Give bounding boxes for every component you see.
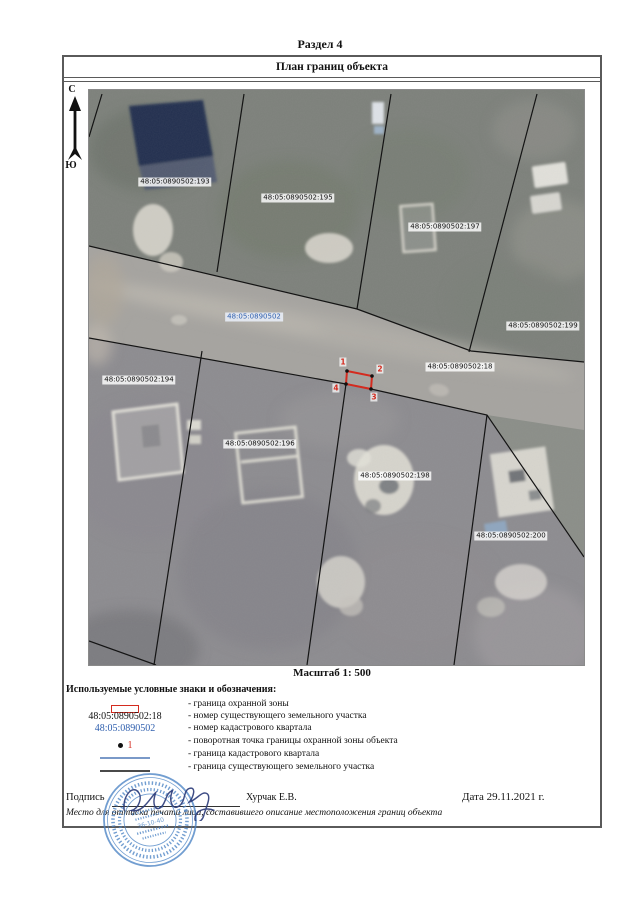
legend-row-kvartal-line: - граница кадастрового квартала (66, 749, 586, 761)
cadastral-plan-page: Раздел 4 План границ объекта С Ю (0, 0, 640, 905)
north-arrow-icon (66, 96, 84, 162)
parcel-label-197: 48:05:0890502:197 (408, 223, 481, 232)
legend-text: - граница охранной зоны (188, 699, 289, 709)
parcel-label-200: 48:05:0890502:200 (474, 532, 547, 541)
plan-header: План границ объекта (62, 55, 602, 78)
legend-text: - номер кадастрового квартала (188, 723, 312, 733)
parcel-number-sample: 48:05:0890502:18 (66, 711, 184, 723)
signature-label: Подпись (66, 792, 105, 803)
parcel-label-196: 48:05:0890502:196 (223, 440, 296, 449)
legend-row-kvartal-number: 48:05:0890502 - номер кадастрового кварт… (66, 723, 586, 735)
signer-name: Хурчак Е.В. (246, 792, 297, 803)
kvartal-number-sample: 48:05:0890502 (66, 723, 184, 735)
parcel-label-18: 48:05:0890502:18 (426, 363, 495, 372)
kvartal-boundary-icon (100, 757, 150, 759)
compass-south-label: Ю (62, 160, 80, 171)
handwritten-signature (120, 779, 225, 821)
zone-point-4: 4 (332, 384, 339, 393)
legend-row-parcel-line: - граница существующего земельного участ… (66, 762, 586, 774)
turn-point-icon (118, 743, 123, 748)
zone-point-3: 3 (370, 393, 377, 402)
compass-north-label: С (63, 84, 81, 95)
legend-text: - поворотная точка границы охранной зоны… (188, 736, 398, 746)
legend-text: - граница кадастрового квартала (188, 749, 319, 759)
parcel-label-199: 48:05:0890502:199 (506, 322, 579, 331)
legend-text: - граница существующего земельного участ… (188, 762, 374, 772)
section-title: Раздел 4 (0, 37, 640, 52)
parcel-label-194: 48:05:0890502:194 (102, 376, 175, 385)
parcel-label-195: 48:05:0890502:195 (261, 194, 334, 203)
parcel-label-198: 48:05:0890502:198 (358, 472, 431, 481)
legend-text: - номер существующего земельного участка (188, 711, 367, 721)
scale-label: Масштаб 1: 500 (62, 667, 602, 679)
zone-point-2: 2 (376, 365, 383, 374)
kvartal-label: 48:05:0890502 (225, 313, 283, 322)
header-divider (64, 81, 600, 82)
legend-row-turn-point: 1 - поворотная точка границы охранной зо… (66, 736, 586, 748)
legend-row-parcel-number: 48:05:0890502:18 - номер существующего з… (66, 711, 586, 723)
legend-title: Используемые условные знаки и обозначени… (66, 684, 276, 695)
parcel-boundary-icon (100, 770, 150, 772)
legend-row-zone: - граница охранной зоны (66, 699, 586, 711)
date-label: Дата 29.11.2021 г. (462, 791, 545, 803)
parcel-label-193: 48:05:0890502:193 (138, 178, 211, 187)
zone-point-1: 1 (339, 358, 346, 367)
